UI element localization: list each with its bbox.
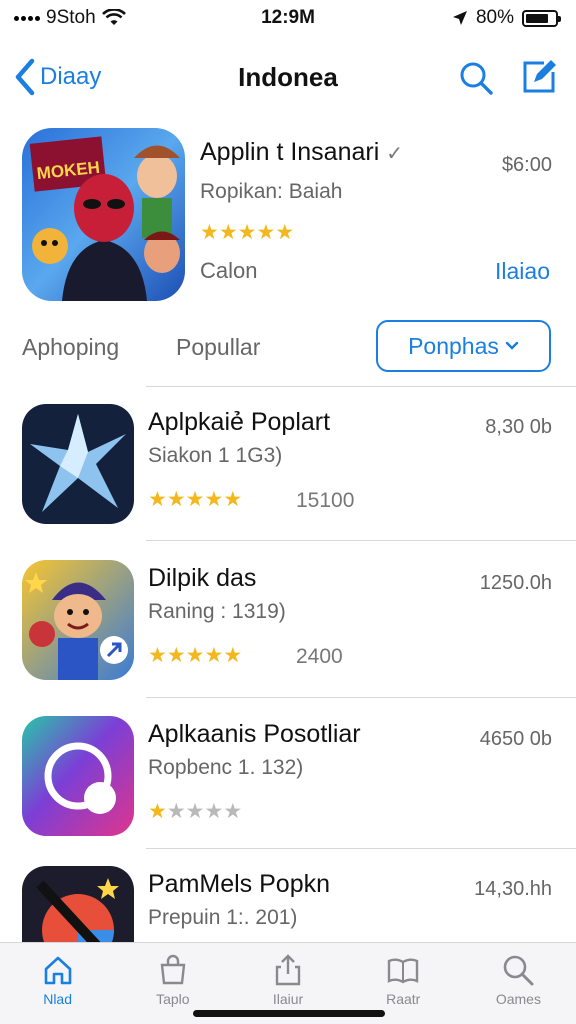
rating-star: ★ bbox=[204, 488, 224, 511]
featured-rating-stars: ★★★★★ bbox=[200, 220, 294, 245]
app-subtitle: Prepuin 1:. 201) bbox=[148, 906, 298, 929]
app-price[interactable]: 8,30 0b bbox=[485, 416, 552, 439]
rating-star: ★ bbox=[148, 644, 167, 667]
featured-app-price[interactable]: $6:00 bbox=[502, 154, 552, 177]
battery-label: 80% bbox=[475, 7, 514, 28]
featured-app-subtitle: Ropikan: Baiah bbox=[200, 180, 343, 203]
rating-star: ★ bbox=[185, 800, 205, 823]
rating-star: ★ bbox=[166, 488, 186, 511]
app-name: Aplkaanis Posotliar bbox=[148, 720, 361, 748]
tab-nlad[interactable]: Nlad bbox=[0, 943, 115, 1024]
app-subtitle: Raning : 1319) bbox=[148, 600, 286, 623]
filter-dropdown-label: Ponphas bbox=[408, 332, 499, 359]
status-left: 9Stoh bbox=[14, 7, 126, 29]
tab-label: Ilaiur bbox=[272, 991, 304, 1007]
carrier-label: 9Stoh bbox=[46, 7, 96, 28]
featured-title-text: Applin t Insanari bbox=[200, 138, 380, 166]
star-app-icon bbox=[22, 404, 134, 524]
tab-label: Oames bbox=[495, 991, 541, 1007]
tab-aphoping[interactable]: Aphoping bbox=[22, 334, 119, 361]
app-rating-stars: ★★★★★ bbox=[148, 799, 242, 824]
rating-star: ★ bbox=[223, 800, 243, 823]
rating-star: ★ bbox=[237, 221, 257, 244]
list-item[interactable]: Dilpik das Raning : 1319) ★★★★★ 2400 125… bbox=[0, 560, 576, 690]
app-price[interactable]: 4650 0b bbox=[480, 728, 552, 751]
home-indicator bbox=[193, 1010, 385, 1017]
location-arrow-icon bbox=[452, 11, 467, 25]
app-rating-count: 15100 bbox=[296, 489, 355, 512]
tab-oames[interactable]: Oames bbox=[461, 943, 576, 1024]
rating-star: ★ bbox=[148, 488, 167, 511]
rating-star: ★ bbox=[223, 488, 243, 511]
app-name: Aplpkaiẻ Poplart bbox=[148, 408, 331, 436]
tab-label: Taplo bbox=[156, 991, 190, 1007]
circle-app-icon bbox=[22, 716, 134, 836]
bag-icon bbox=[160, 954, 186, 985]
app-name: Dilpik das bbox=[148, 564, 257, 592]
rating-star: ★ bbox=[223, 644, 243, 667]
divider bbox=[146, 386, 576, 387]
rating-star: ★ bbox=[200, 221, 219, 244]
compose-icon[interactable] bbox=[520, 58, 558, 96]
featured-app-category: Calon bbox=[200, 258, 258, 283]
rating-star: ★ bbox=[204, 644, 224, 667]
app-rating-stars: ★★★★★ bbox=[148, 643, 242, 668]
featured-app[interactable]: MOKEH Applin t Insanari ✓ Ropikan: Baiah… bbox=[0, 128, 576, 308]
search-icon bbox=[504, 955, 534, 986]
tab-label: Nlad bbox=[43, 991, 72, 1007]
rating-star: ★ bbox=[185, 488, 205, 511]
rating-star: ★ bbox=[204, 800, 224, 823]
rating-star: ★ bbox=[166, 800, 186, 823]
rating-star: ★ bbox=[275, 221, 295, 244]
cartoon-app-icon bbox=[22, 560, 134, 680]
app-name: PamMels Popkn bbox=[148, 870, 331, 898]
featured-app-link[interactable]: Ilaiao bbox=[495, 258, 550, 285]
home-icon bbox=[44, 956, 71, 985]
segment-row: Aphoping Popullar Ponphas bbox=[0, 318, 576, 374]
nav-bar: Diaay Indonea bbox=[0, 44, 576, 108]
app-rating-stars: ★★★★★ bbox=[148, 487, 242, 512]
signal-icon bbox=[14, 15, 40, 21]
rating-star: ★ bbox=[166, 644, 186, 667]
divider bbox=[146, 848, 576, 849]
rating-star: ★ bbox=[256, 221, 276, 244]
app-rating-count: 2400 bbox=[296, 645, 343, 668]
wifi-icon bbox=[101, 9, 126, 25]
filter-dropdown-button[interactable]: Ponphas bbox=[376, 320, 551, 372]
battery-fill bbox=[526, 13, 549, 23]
app-price[interactable]: 1250.0h bbox=[480, 572, 552, 595]
divider bbox=[146, 540, 576, 541]
book-icon bbox=[388, 958, 419, 984]
tab-label: Raatr bbox=[386, 991, 421, 1007]
chevron-down-icon bbox=[505, 341, 519, 350]
divider bbox=[146, 697, 576, 698]
share-icon bbox=[275, 954, 301, 986]
search-icon[interactable] bbox=[458, 60, 494, 96]
tab-popullar[interactable]: Popullar bbox=[176, 334, 260, 361]
app-price[interactable]: 14,30.hh bbox=[474, 878, 552, 901]
list-item[interactable]: Aplkaanis Posotliar Ropbenc 1. 132) ★★★★… bbox=[0, 716, 576, 846]
rating-star: ★ bbox=[185, 644, 205, 667]
app-subtitle: Ropbenc 1. 132) bbox=[148, 756, 304, 779]
rating-star: ★ bbox=[148, 800, 167, 823]
battery-icon bbox=[522, 9, 561, 27]
status-right: 80% bbox=[452, 7, 561, 29]
featured-title-suffix: ✓ bbox=[386, 143, 403, 165]
app-subtitle: Siakon 1 1G3) bbox=[148, 444, 283, 467]
status-bar: 9Stoh 12:9M 80% bbox=[0, 0, 576, 36]
featured-app-title: Applin t Insanari ✓ bbox=[200, 138, 403, 167]
list-item[interactable]: Aplpkaiẻ Poplart Siakon 1 1G3) ★★★★★ 151… bbox=[0, 404, 576, 534]
rating-star: ★ bbox=[218, 221, 238, 244]
featured-app-icon: MOKEH bbox=[22, 128, 185, 301]
